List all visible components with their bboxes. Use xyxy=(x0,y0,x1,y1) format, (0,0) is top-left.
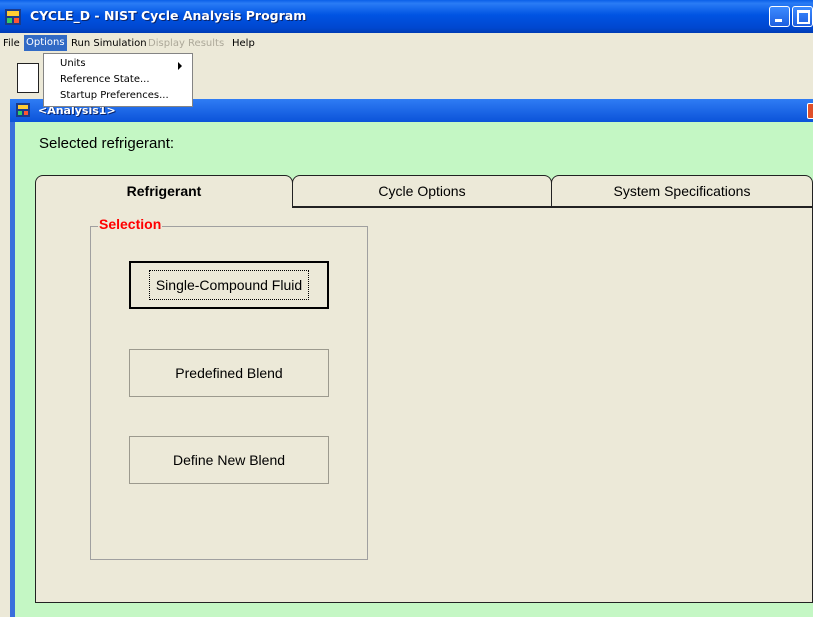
tab-cycle-options[interactable]: Cycle Options xyxy=(292,175,552,207)
menu-bar: File Options Run Simulation Display Resu… xyxy=(0,34,813,52)
options-dropdown-menu: Units Reference State... Startup Prefere… xyxy=(43,53,193,107)
menu-file[interactable]: File xyxy=(3,36,20,51)
analysis-form: Selected refrigerant: Refrigerant Cycle … xyxy=(15,122,813,617)
tab-refrigerant[interactable]: Refrigerant xyxy=(35,175,293,208)
tab-strip-divider xyxy=(292,206,813,207)
submenu-arrow-icon xyxy=(178,62,182,70)
mdi-client-edge xyxy=(0,99,10,617)
define-new-blend-label: Define New Blend xyxy=(172,452,286,468)
toolbar-new-button[interactable] xyxy=(17,63,39,93)
selection-group-label: Selection xyxy=(98,216,163,232)
predefined-blend-label: Predefined Blend xyxy=(175,365,283,381)
menu-item-units-label: Units xyxy=(60,58,86,69)
menu-item-units[interactable]: Units xyxy=(60,57,190,70)
menu-run-simulation[interactable]: Run Simulation xyxy=(71,36,147,51)
menu-display-results[interactable]: Display Results xyxy=(148,36,224,51)
tab-system-specifications[interactable]: System Specifications xyxy=(551,175,813,207)
app-icon xyxy=(5,9,21,25)
maximize-icon[interactable] xyxy=(792,6,813,27)
menu-item-startup-preferences[interactable]: Startup Preferences... xyxy=(60,89,169,102)
title-bar[interactable]: CYCLE_D - NIST Cycle Analysis Program xyxy=(0,0,813,33)
child-window-icon xyxy=(16,103,30,117)
analysis-window: <Analysis1> Selected refrigerant: Refrig… xyxy=(10,99,813,617)
menu-item-reference-state[interactable]: Reference State... xyxy=(60,73,150,86)
close-icon[interactable] xyxy=(807,103,813,119)
minimize-icon[interactable] xyxy=(769,6,790,27)
menu-options[interactable]: Options xyxy=(24,35,67,51)
menu-help[interactable]: Help xyxy=(232,36,255,51)
window-title: CYCLE_D - NIST Cycle Analysis Program xyxy=(30,8,307,23)
single-compound-fluid-label: Single-Compound Fluid xyxy=(148,270,310,300)
refrigerant-tab-panel: Selection Single-Compound Fluid Predefin… xyxy=(35,207,813,603)
selected-refrigerant-label: Selected refrigerant: xyxy=(39,135,175,152)
single-compound-fluid-button[interactable]: Single-Compound Fluid xyxy=(129,261,329,309)
predefined-blend-button[interactable]: Predefined Blend xyxy=(129,349,329,397)
define-new-blend-button[interactable]: Define New Blend xyxy=(129,436,329,484)
